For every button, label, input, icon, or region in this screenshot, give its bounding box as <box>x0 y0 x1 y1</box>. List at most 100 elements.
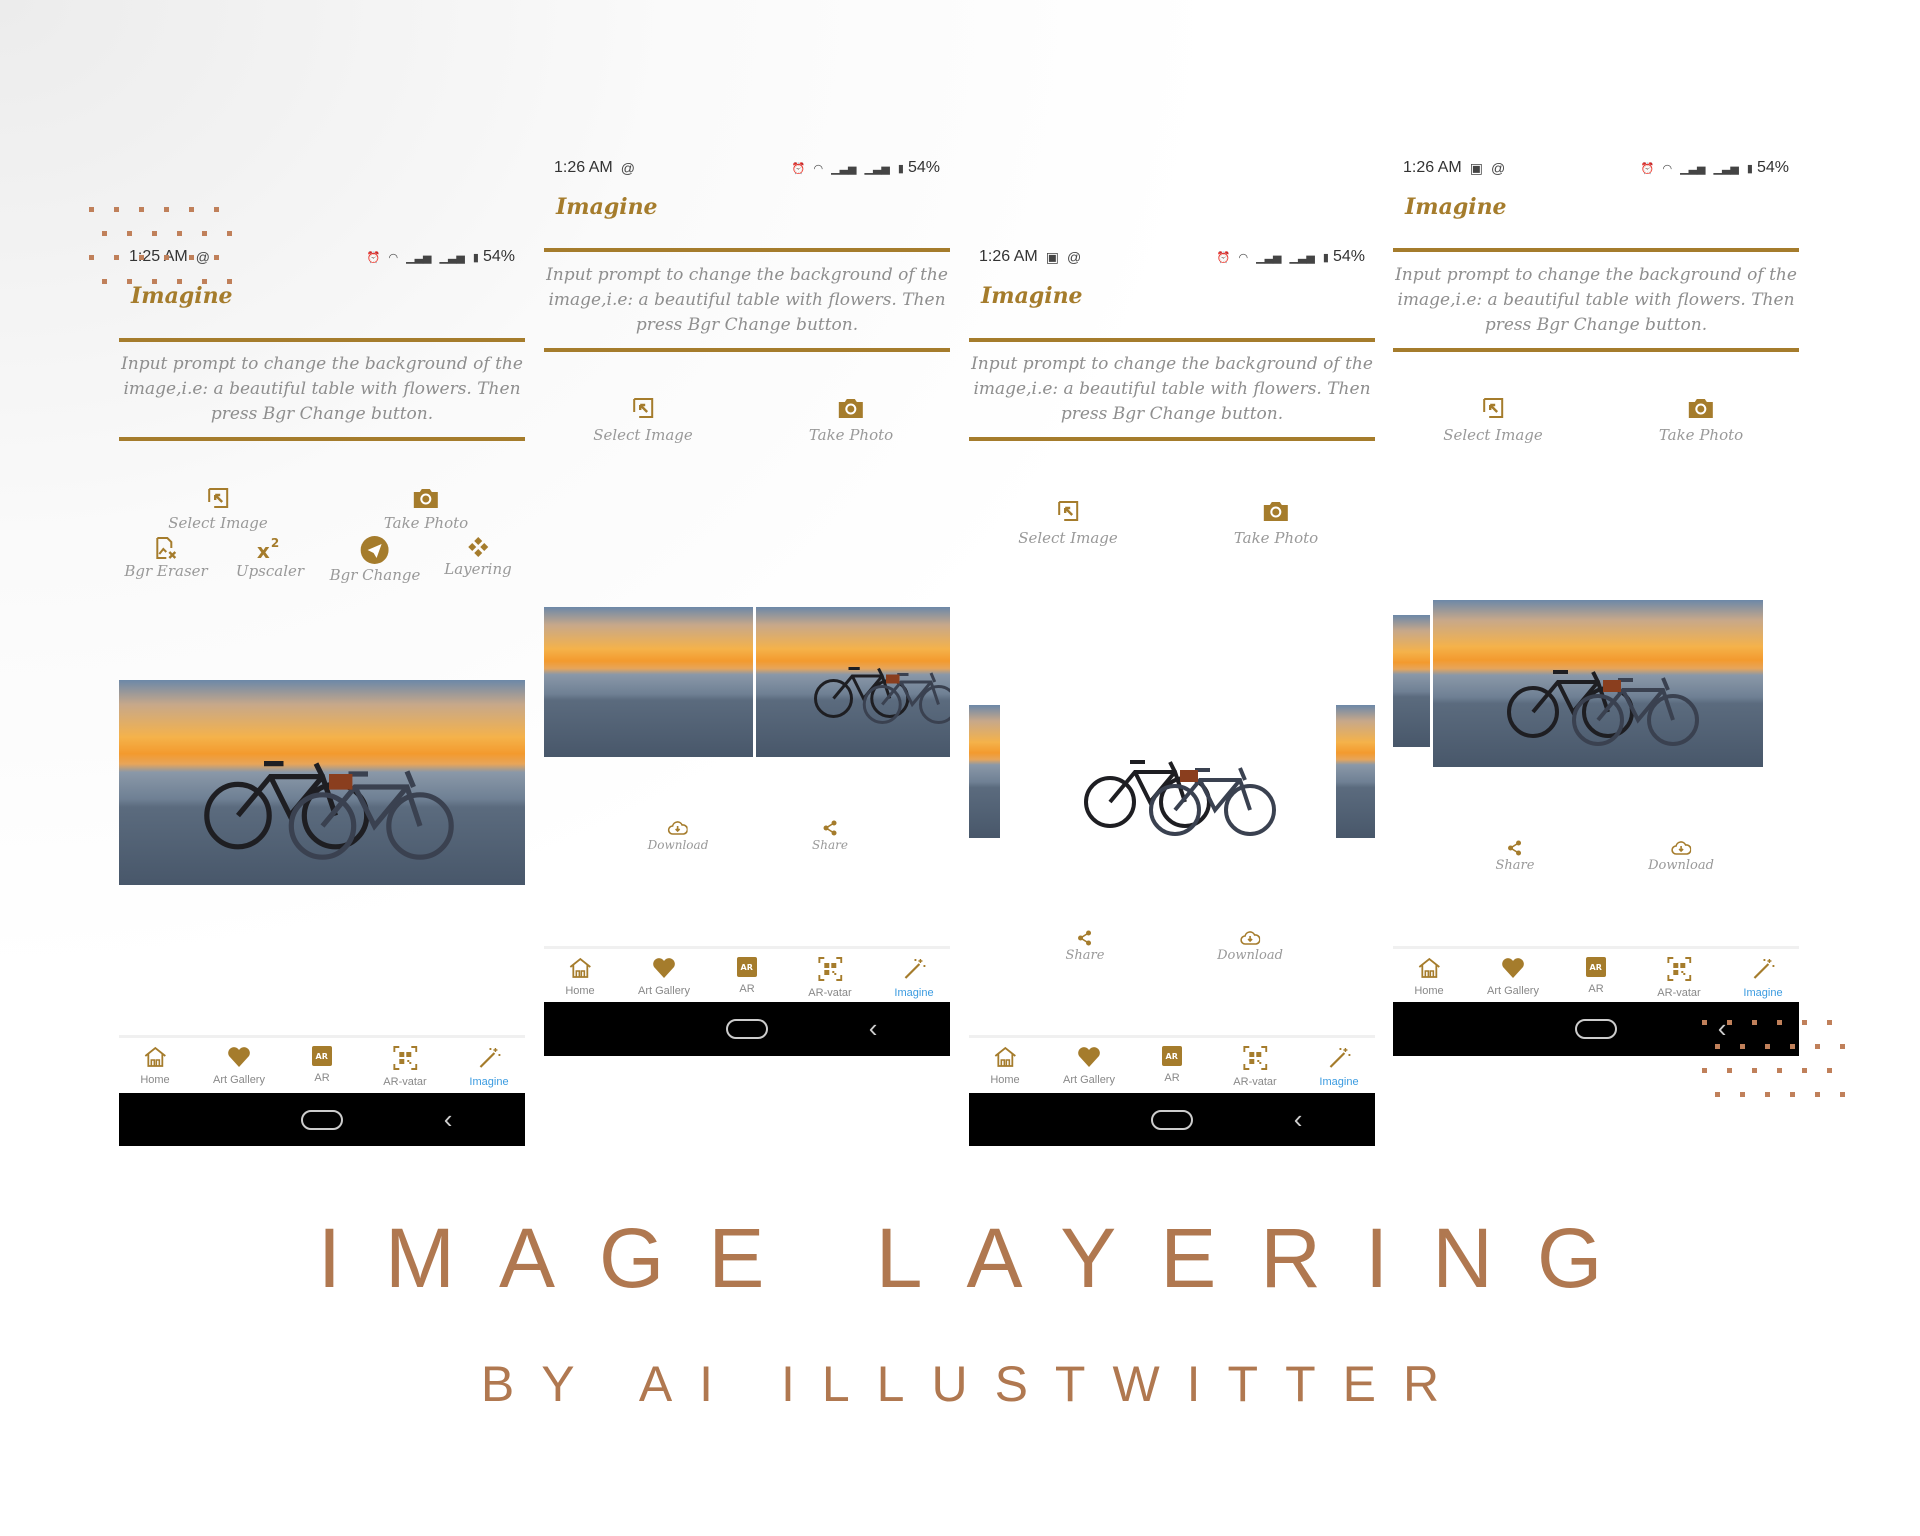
prompt-input[interactable]: Input prompt to change the background of… <box>1393 248 1799 352</box>
select-image-button[interactable]: Select Image <box>168 486 268 532</box>
take-photo-button[interactable]: Take Photo <box>1659 396 1743 444</box>
decorative-dot <box>126 231 132 236</box>
decorative-dot <box>151 279 157 284</box>
download-button[interactable]: Download <box>1648 840 1714 873</box>
prompt-input[interactable]: Input prompt to change the background of… <box>969 338 1375 441</box>
heart-icon <box>1077 1046 1101 1068</box>
prompt-input[interactable]: Input prompt to change the background of… <box>544 248 950 352</box>
nav-item-home[interactable]: Home <box>990 1046 1020 1086</box>
send-icon <box>360 536 389 564</box>
take-photo-label: Take Photo <box>1233 529 1319 547</box>
nav-item-ar-vatar[interactable]: AR-vatar <box>808 957 852 999</box>
nav-item-home[interactable]: Home <box>565 957 595 997</box>
app-title: Imagine <box>981 283 1083 309</box>
nav-label: Imagine <box>469 1076 509 1088</box>
bicycles-graphic <box>204 761 454 860</box>
nav-item-ar[interactable]: AR AR <box>1586 957 1606 995</box>
nav-item-imagine[interactable]: Imagine <box>469 1046 509 1088</box>
prompt-input[interactable]: Input prompt to change the background of… <box>119 338 525 441</box>
qr-code-icon <box>1667 957 1691 981</box>
battery-icon: ▮ <box>1322 251 1329 264</box>
nav-label: Imagine <box>1743 987 1783 999</box>
qr-code-icon <box>1243 1046 1267 1070</box>
status-time: 1:26 AM <box>554 159 613 176</box>
bgr-change-button[interactable]: Bgr Change <box>330 536 420 584</box>
decorative-dot <box>1727 1020 1732 1025</box>
nav-item-home[interactable]: Home <box>140 1046 170 1086</box>
nav-item-ar[interactable]: AR AR <box>1162 1046 1182 1084</box>
download-button[interactable]: Download <box>1217 930 1283 963</box>
battery-level: 54% <box>907 159 940 176</box>
ar-icon: AR <box>312 1046 332 1066</box>
nav-label: Home <box>565 985 595 997</box>
home-icon <box>993 1046 1017 1068</box>
nav-item-imagine[interactable]: Imagine <box>1743 957 1783 999</box>
nav-item-home[interactable]: Home <box>1414 957 1444 997</box>
decorative-dot <box>1802 1068 1807 1073</box>
svg-text:2: 2 <box>271 536 279 550</box>
signal-icon: ▁▃▅ <box>1289 251 1315 264</box>
back-button[interactable]: ‹ <box>444 1106 453 1132</box>
share-button[interactable]: Share <box>812 820 848 852</box>
at-sign-icon: @ <box>195 249 210 265</box>
original-image <box>544 607 753 757</box>
signal-icon: ▁▃▅ <box>864 162 890 175</box>
take-photo-button[interactable]: Take Photo <box>809 396 893 444</box>
system-nav-bar: ‹ <box>544 1002 950 1056</box>
nav-label: AR <box>739 983 755 995</box>
bicycles-graphic <box>1507 670 1699 746</box>
nav-label: AR-vatar <box>808 987 852 999</box>
select-image-button[interactable]: Select Image <box>593 396 693 444</box>
select-image-icon <box>206 486 230 510</box>
home-button[interactable] <box>301 1109 343 1130</box>
nav-item-ar-vatar[interactable]: AR-vatar <box>1657 957 1701 999</box>
decorative-dot <box>1702 1068 1707 1073</box>
nav-item-ar-vatar[interactable]: AR-vatar <box>1233 1046 1277 1088</box>
decorative-dot <box>1739 1044 1745 1049</box>
home-button[interactable] <box>726 1019 768 1039</box>
nav-item-ar[interactable]: AR AR <box>312 1046 332 1084</box>
back-button[interactable]: ‹ <box>1718 1015 1727 1041</box>
nav-label: Home <box>1414 985 1444 997</box>
select-image-button[interactable]: Select Image <box>1443 396 1543 444</box>
select-image-button[interactable]: Select Image <box>1018 499 1118 547</box>
back-button[interactable]: ‹ <box>1294 1106 1303 1132</box>
nav-item-imagine[interactable]: Imagine <box>894 957 934 999</box>
decorative-dot <box>126 279 132 284</box>
take-photo-label: Take Photo <box>383 514 469 532</box>
background-strip-left <box>969 705 1000 838</box>
share-icon <box>1507 840 1523 856</box>
layering-button[interactable]: Layering <box>444 536 512 578</box>
result-image <box>119 680 525 885</box>
nav-label: Imagine <box>894 987 934 999</box>
decorative-dot <box>214 255 219 260</box>
magic-wand-icon <box>902 957 926 981</box>
nav-item-art-gallery[interactable]: Art Gallery <box>1487 957 1539 997</box>
select-image-label: Select Image <box>1018 529 1118 547</box>
bgr-eraser-button[interactable]: Bgr Eraser <box>124 536 208 580</box>
decorative-dot <box>139 207 144 212</box>
decorative-dot <box>1827 1020 1832 1025</box>
share-button[interactable]: Share <box>1066 930 1104 963</box>
home-button[interactable] <box>1151 1109 1193 1130</box>
download-button[interactable]: Download <box>648 820 708 852</box>
upscaler-button[interactable]: x 2 Upscaler <box>236 536 304 580</box>
nav-item-imagine[interactable]: Imagine <box>1319 1046 1359 1088</box>
back-button[interactable]: ‹ <box>869 1015 878 1041</box>
share-button[interactable]: Share <box>1495 840 1535 873</box>
share-label: Share <box>1495 858 1535 873</box>
take-photo-button[interactable]: Take Photo <box>384 486 468 532</box>
alarm-icon: ⏰ <box>1640 162 1655 175</box>
nav-item-art-gallery[interactable]: Art Gallery <box>1063 1046 1115 1086</box>
nav-item-ar[interactable]: AR AR <box>737 957 757 995</box>
decorative-dot <box>164 207 169 212</box>
decorative-dot <box>1777 1068 1782 1073</box>
nav-item-ar-vatar[interactable]: AR-vatar <box>383 1046 427 1088</box>
status-time: 1:26 AM <box>1403 159 1462 176</box>
status-bar: 1:26 AM ▣ @ ⏰ ◠ ▁▃▅ ▁▃▅ ▮ 54% <box>979 245 1365 269</box>
take-photo-button[interactable]: Take Photo <box>1234 499 1318 547</box>
select-image-label: Select Image <box>1443 426 1543 444</box>
nav-item-art-gallery[interactable]: Art Gallery <box>213 1046 265 1086</box>
home-button[interactable] <box>1575 1019 1617 1039</box>
nav-item-art-gallery[interactable]: Art Gallery <box>638 957 690 997</box>
